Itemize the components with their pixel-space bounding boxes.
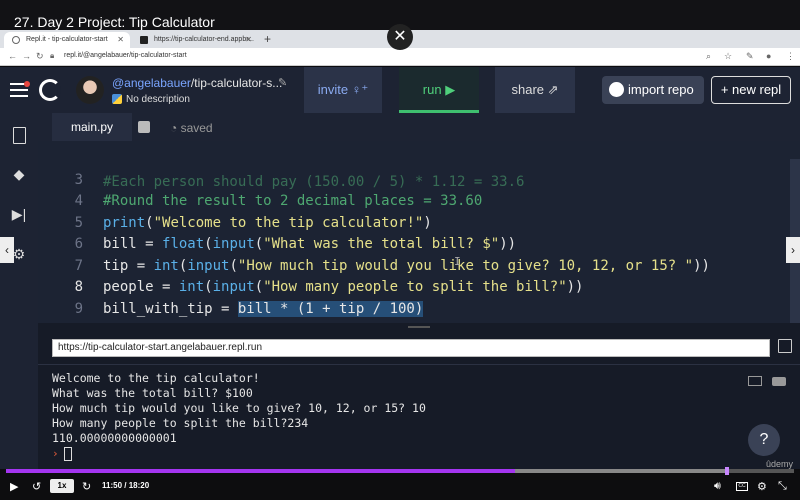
line-number: 9 xyxy=(74,300,83,317)
video-progress-bar[interactable] xyxy=(6,467,794,475)
zoom-icon[interactable]: ⌕ xyxy=(706,51,711,62)
console-output-line: Welcome to the tip calculator! xyxy=(52,371,260,385)
code-line[interactable]: 9 print(bill_with_tip) xyxy=(38,277,790,324)
pane-resize-handle[interactable] xyxy=(38,323,800,330)
packages-icon[interactable]: ◆ xyxy=(11,166,27,182)
console-output-line: What was the total bill? $100 xyxy=(52,386,253,400)
code-line[interactable]: 6 tip = int(input("How much tip would yo… xyxy=(38,213,790,274)
back-icon[interactable]: ← xyxy=(8,51,17,61)
saved-status: ◔ saved xyxy=(170,121,213,135)
video-title: 27. Day 2 Project: Tip Calculator xyxy=(14,14,215,30)
address-bar: ← → ↻ 🔒︎ repl.it/@angelabauer/tip-calcul… xyxy=(0,48,800,66)
browser-tab-label: Repl.it - tip-calculator-start xyxy=(26,36,108,43)
replit-header: @angelabauer/tip-calculator-s... ✎ No de… xyxy=(0,67,800,113)
forward-icon[interactable]: → xyxy=(22,51,31,61)
playback-time: 11:50 / 18:20 xyxy=(102,481,150,490)
code-editor[interactable]: #Each person should pay (150.00 / 5) * 1… xyxy=(38,141,800,323)
browser-tab-replit[interactable]: Repl.it - tip-calculator-start ✕ xyxy=(4,32,130,48)
run-button[interactable]: run ▶ xyxy=(399,67,479,113)
divider xyxy=(38,364,800,365)
captions-icon[interactable]: CC xyxy=(736,482,748,491)
reload-icon[interactable]: ↻ xyxy=(36,51,44,62)
close-tab-icon[interactable]: ✕ xyxy=(245,35,252,44)
volume-icon[interactable]: 🔊︎ xyxy=(714,480,721,493)
chevron-left-icon[interactable]: ‹ xyxy=(0,237,14,263)
github-icon xyxy=(609,82,624,97)
url-field[interactable]: repl.it/@angelabauer/tip-calculator-star… xyxy=(64,52,187,59)
editor-tab-bar: main.py ◔ saved xyxy=(38,113,800,141)
python-icon xyxy=(112,94,122,104)
console-prompt-icon: › xyxy=(52,447,59,460)
console-output-line: How much tip would you like to give? 10,… xyxy=(52,401,426,415)
new-tab-icon[interactable]: + xyxy=(264,32,271,46)
sidebar: ◆ ▶| ⚙ xyxy=(0,113,38,469)
video-progress-handle[interactable] xyxy=(724,467,729,475)
repl-name[interactable]: /tip-calculator-s... xyxy=(191,76,282,90)
chevron-right-icon[interactable]: › xyxy=(786,237,800,263)
console-input-cursor[interactable] xyxy=(64,447,72,461)
browser-tab-calculator-end[interactable]: https://tip-calculator-end.appbr... ✕ xyxy=(132,32,258,48)
rewind-icon[interactable]: ↺ xyxy=(32,480,41,493)
player-settings-icon[interactable]: ⚙ xyxy=(757,480,767,493)
clear-console-icon[interactable] xyxy=(772,377,786,386)
browser-tab-label: https://tip-calculator-end.appbr... xyxy=(154,36,254,43)
close-video-icon[interactable]: ✕ xyxy=(387,24,413,50)
play-icon[interactable]: ▶ xyxy=(10,480,18,493)
import-repo-label: import repo xyxy=(628,82,694,97)
share-button[interactable]: share ⇗ xyxy=(495,67,575,113)
console-output-line: 110.00000000000001 xyxy=(52,431,177,445)
video-player-controls: ▶ ↺ 1x ↻ 11:50 / 18:20 🔊︎ CC ⚙ ⤡ xyxy=(0,467,800,500)
bookmark-star-icon[interactable]: ☆ xyxy=(724,51,732,62)
open-in-new-tab-icon[interactable] xyxy=(778,339,792,353)
repl-owner[interactable]: @angelabauer xyxy=(112,76,191,90)
new-repl-button[interactable]: + new repl xyxy=(711,76,791,104)
files-icon[interactable] xyxy=(11,127,27,144)
text-cursor-icon: I xyxy=(454,255,461,268)
code-line[interactable]: 3 #Round the result to 2 decimal places … xyxy=(38,148,790,210)
udemy-watermark: ûdemy xyxy=(766,459,794,469)
file-menu-icon[interactable] xyxy=(138,121,150,133)
console-enter-icon[interactable] xyxy=(748,376,762,386)
code-text[interactable]: bill_with_tip = bill * (1 + tip / 100) xyxy=(103,299,424,321)
repl-title[interactable]: @angelabauer/tip-calculator-s... xyxy=(112,76,282,90)
code-line[interactable]: 7 people = int(input("How many people to… xyxy=(38,234,790,296)
edit-pencil-icon[interactable]: ✎ xyxy=(278,76,287,89)
forward-icon[interactable]: ↻ xyxy=(82,480,91,493)
code-line-active[interactable]: 8 bill_with_tip = bill * (1 + tip / 100) xyxy=(38,256,790,317)
import-repo-button[interactable]: import repo xyxy=(602,76,704,104)
fullscreen-icon[interactable]: ⤡ xyxy=(778,480,787,493)
console-output-line: How many people to split the bill?234 xyxy=(52,416,309,430)
page-favicon-icon xyxy=(140,36,148,44)
help-button[interactable]: ? xyxy=(748,424,780,456)
replit-logo-icon[interactable] xyxy=(39,79,61,101)
repl-description[interactable]: No description xyxy=(126,94,190,105)
lock-icon[interactable]: 🔒︎ xyxy=(50,51,54,61)
invite-button[interactable]: invite ♀⁺ xyxy=(304,67,382,113)
close-tab-icon[interactable]: ✕ xyxy=(117,35,124,44)
code-line[interactable]: 5 bill = float(input("What was the total… xyxy=(38,191,790,253)
repl-run-url-field[interactable]: https://tip-calculator-start.angelabauer… xyxy=(52,339,770,357)
notification-dot xyxy=(24,81,30,87)
extension-icon[interactable]: ✎ xyxy=(746,51,754,62)
browser-menu-icon[interactable]: ⋮ xyxy=(786,51,795,62)
replit-favicon-icon xyxy=(12,36,20,44)
profile-icon[interactable]: ● xyxy=(766,51,771,61)
video-progress-fill xyxy=(6,469,516,473)
console-pane[interactable]: https://tip-calculator-start.angelabauer… xyxy=(38,330,800,469)
debugger-icon[interactable]: ▶| xyxy=(11,206,27,222)
file-tab-main-py[interactable]: main.py xyxy=(52,113,132,141)
playback-speed-button[interactable]: 1x xyxy=(50,479,74,493)
avatar[interactable] xyxy=(76,76,104,104)
code-line[interactable]: 4 print("Welcome to the tip calculator!"… xyxy=(38,170,790,231)
